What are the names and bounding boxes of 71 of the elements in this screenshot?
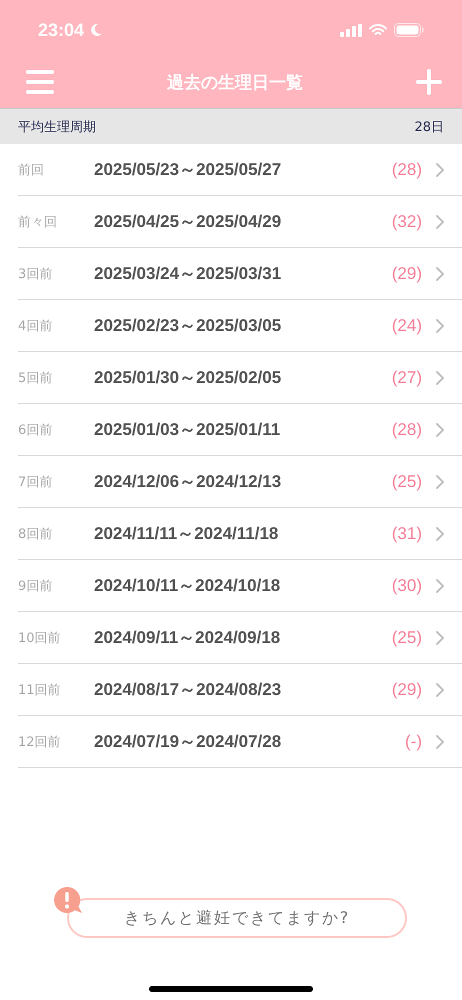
- cycle-length: (25): [392, 628, 422, 648]
- chevron-icon: [436, 526, 444, 540]
- chevron-icon: [436, 578, 444, 592]
- chevron-icon: [436, 422, 444, 436]
- chevron-icon: [436, 266, 444, 280]
- period-label: 3回前: [18, 266, 54, 282]
- period-label: 前回: [18, 162, 45, 178]
- add-icon[interactable]: [416, 69, 442, 95]
- summary-label: 平均生理周期: [18, 118, 96, 136]
- period-range: 2025/01/30～2025/02/05: [94, 367, 282, 389]
- period-row[interactable]: 5回前 2025/01/30～2025/02/05 (27): [18, 352, 462, 404]
- cycle-length: (28): [392, 160, 422, 180]
- chevron-icon: [436, 474, 444, 488]
- period-label: 8回前: [18, 526, 54, 542]
- period-label: 前々回: [18, 214, 58, 230]
- moon-icon: [89, 23, 104, 37]
- cycle-length: (31): [392, 524, 422, 544]
- period-label: 5回前: [18, 370, 54, 386]
- signal-icon: [340, 24, 362, 36]
- summary-value: 28日: [414, 118, 444, 136]
- period-row[interactable]: 8回前 2024/11/11～2024/11/18 (31): [18, 508, 462, 560]
- status-time: 23:04: [38, 20, 84, 40]
- period-label: 7回前: [18, 474, 54, 490]
- period-range: 2025/05/23～2025/05/27: [94, 159, 282, 181]
- period-range: 2025/04/25～2025/04/29: [94, 211, 282, 233]
- period-row[interactable]: 前々回 2025/04/25～2025/04/29 (32): [18, 196, 462, 248]
- period-row[interactable]: 7回前 2024/12/06～2024/12/13 (25): [18, 456, 462, 508]
- period-range: 2025/02/23～2025/03/05: [94, 315, 282, 337]
- cycle-length: (32): [392, 212, 422, 232]
- period-label: 9回前: [18, 578, 54, 594]
- period-range: 2024/11/11～2024/11/18: [94, 523, 280, 545]
- period-row[interactable]: 3回前 2025/03/24～2025/03/31 (29): [18, 248, 462, 300]
- wifi-icon: [369, 24, 387, 36]
- period-range: 2025/01/03～2025/01/11: [94, 419, 282, 441]
- cycle-length: (27): [392, 368, 422, 388]
- screen-title: 過去の生理日一覧: [167, 72, 303, 94]
- period-label: 12回前: [18, 734, 62, 750]
- period-row[interactable]: 12回前 2024/07/19～2024/07/28 (-): [18, 716, 462, 768]
- period-label: 11回前: [18, 682, 62, 698]
- chevron-icon: [436, 214, 444, 228]
- period-label: 6回前: [18, 422, 54, 438]
- period-row[interactable]: 11回前 2024/08/17～2024/08/23 (29): [18, 664, 462, 716]
- period-range: 2024/09/11～2024/09/18: [94, 627, 282, 649]
- period-label: 10回前: [18, 630, 62, 646]
- period-label: 4回前: [18, 318, 54, 334]
- period-row[interactable]: 6回前 2025/01/03～2025/01/11 (28): [18, 404, 462, 456]
- chevron-icon: [436, 318, 444, 332]
- period-range: 2024/08/17～2024/08/23: [94, 679, 282, 701]
- cycle-length: (29): [392, 680, 422, 700]
- chevron-icon: [436, 370, 444, 384]
- menu-icon[interactable]: [26, 70, 54, 94]
- chevron-icon: [436, 734, 444, 748]
- period-row[interactable]: 4回前 2025/02/23～2025/03/05 (24): [18, 300, 462, 352]
- exclamation-icon: [53, 886, 83, 914]
- period-row[interactable]: 前回 2025/05/23～2025/05/27 (28): [18, 144, 462, 196]
- cycle-length: (25): [392, 472, 422, 492]
- cycle-length: (-): [405, 732, 422, 752]
- period-range: 2024/12/06～2024/12/13: [94, 471, 282, 493]
- chevron-icon: [436, 630, 444, 644]
- period-range: 2024/10/11～2024/10/18: [94, 575, 282, 597]
- cycle-length: (30): [392, 576, 422, 596]
- cycle-length: (29): [392, 264, 422, 284]
- period-row[interactable]: 10回前 2024/09/11～2024/09/18 (25): [18, 612, 462, 664]
- battery-icon: [394, 23, 424, 37]
- period-row[interactable]: 9回前 2024/10/11～2024/10/18 (30): [18, 560, 462, 612]
- chevron-icon: [436, 162, 444, 176]
- period-range: 2025/03/24～2025/03/31: [94, 263, 282, 285]
- cycle-length: (28): [392, 420, 422, 440]
- cycle-length: (24): [392, 316, 422, 336]
- chevron-icon: [436, 682, 444, 696]
- period-range: 2024/07/19～2024/07/28: [94, 731, 282, 753]
